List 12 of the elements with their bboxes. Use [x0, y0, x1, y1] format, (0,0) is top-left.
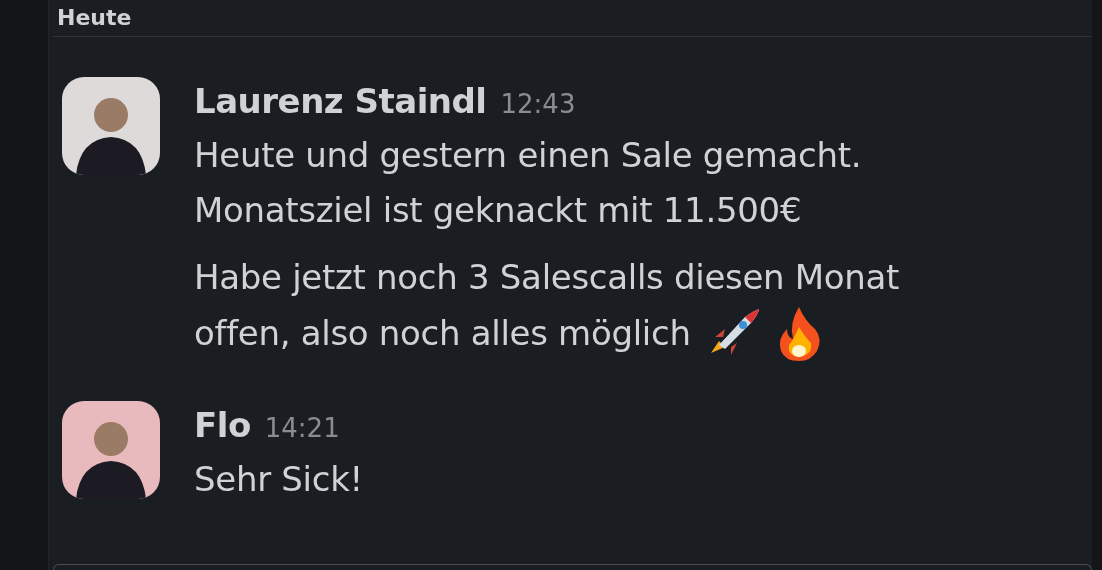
author-name[interactable]: Flo — [194, 401, 251, 449]
message-text: Heute und gestern einen Sale gemacht. — [194, 134, 862, 177]
message-time[interactable]: 14:21 — [264, 404, 340, 452]
avatar-placeholder[interactable] — [62, 77, 160, 175]
author-name[interactable]: Laurenz Staindl — [194, 77, 487, 125]
avatar-placeholder[interactable] — [62, 401, 160, 499]
message-text: offen, also noch alles möglich — [194, 311, 691, 355]
message-text: Monatsziel ist geknackt mit 11.500€ — [194, 189, 802, 232]
message-text: Habe jetzt noch 3 Salescalls diesen Monat — [194, 256, 900, 299]
message-time[interactable]: 12:43 — [500, 80, 576, 128]
day-divider-label: Heute — [57, 5, 132, 32]
message-text: Sehr Sick! — [194, 458, 363, 501]
